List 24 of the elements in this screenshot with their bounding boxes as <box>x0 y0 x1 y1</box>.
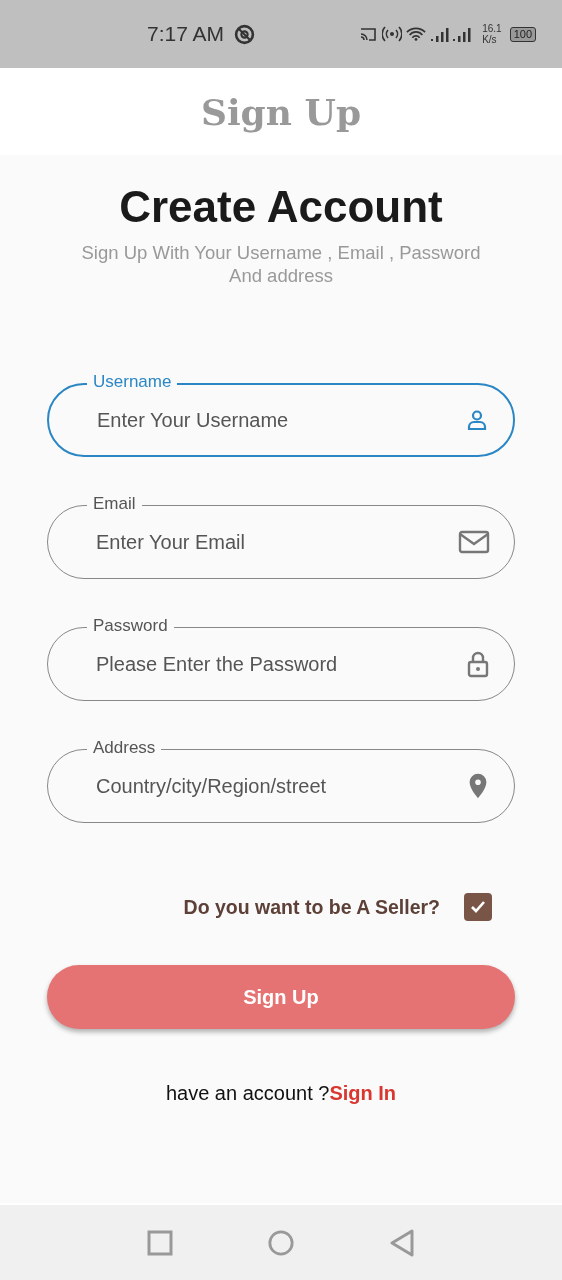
back-icon[interactable] <box>388 1228 415 1257</box>
subtitle: Sign Up With Your Username , Email , Password And address <box>80 241 482 287</box>
app-title: Sign Up <box>200 90 362 133</box>
battery-indicator: 100 <box>509 26 536 42</box>
envelope-icon <box>458 530 490 554</box>
seller-checkbox[interactable] <box>464 893 492 921</box>
lock-icon <box>466 650 490 678</box>
account-prompt: have an account ? <box>165 1082 330 1105</box>
hotspot-icon <box>382 26 403 42</box>
speed-unit: K/s <box>482 34 498 45</box>
clock: 7:17 AM <box>147 22 225 46</box>
text-input[interactable]: Enter Your Username <box>95 407 465 433</box>
home-icon[interactable] <box>268 1228 294 1257</box>
text-input[interactable]: Country/city/Region/street <box>94 773 466 799</box>
heading: Create Account <box>119 181 443 233</box>
text-input[interactable]: Please Enter the Password <box>94 651 466 677</box>
cast-icon <box>358 26 379 42</box>
speed-value: 16.1 <box>482 23 502 34</box>
sign-up-button[interactable]: Sign Up <box>47 965 515 1029</box>
sign-in-link[interactable]: Sign In <box>329 1082 397 1105</box>
seller-label: Do you want to be A Seller? <box>183 895 440 919</box>
wifi-icon <box>406 26 427 42</box>
text-input[interactable]: Enter Your Email <box>94 529 458 555</box>
recents-icon[interactable] <box>147 1228 174 1257</box>
